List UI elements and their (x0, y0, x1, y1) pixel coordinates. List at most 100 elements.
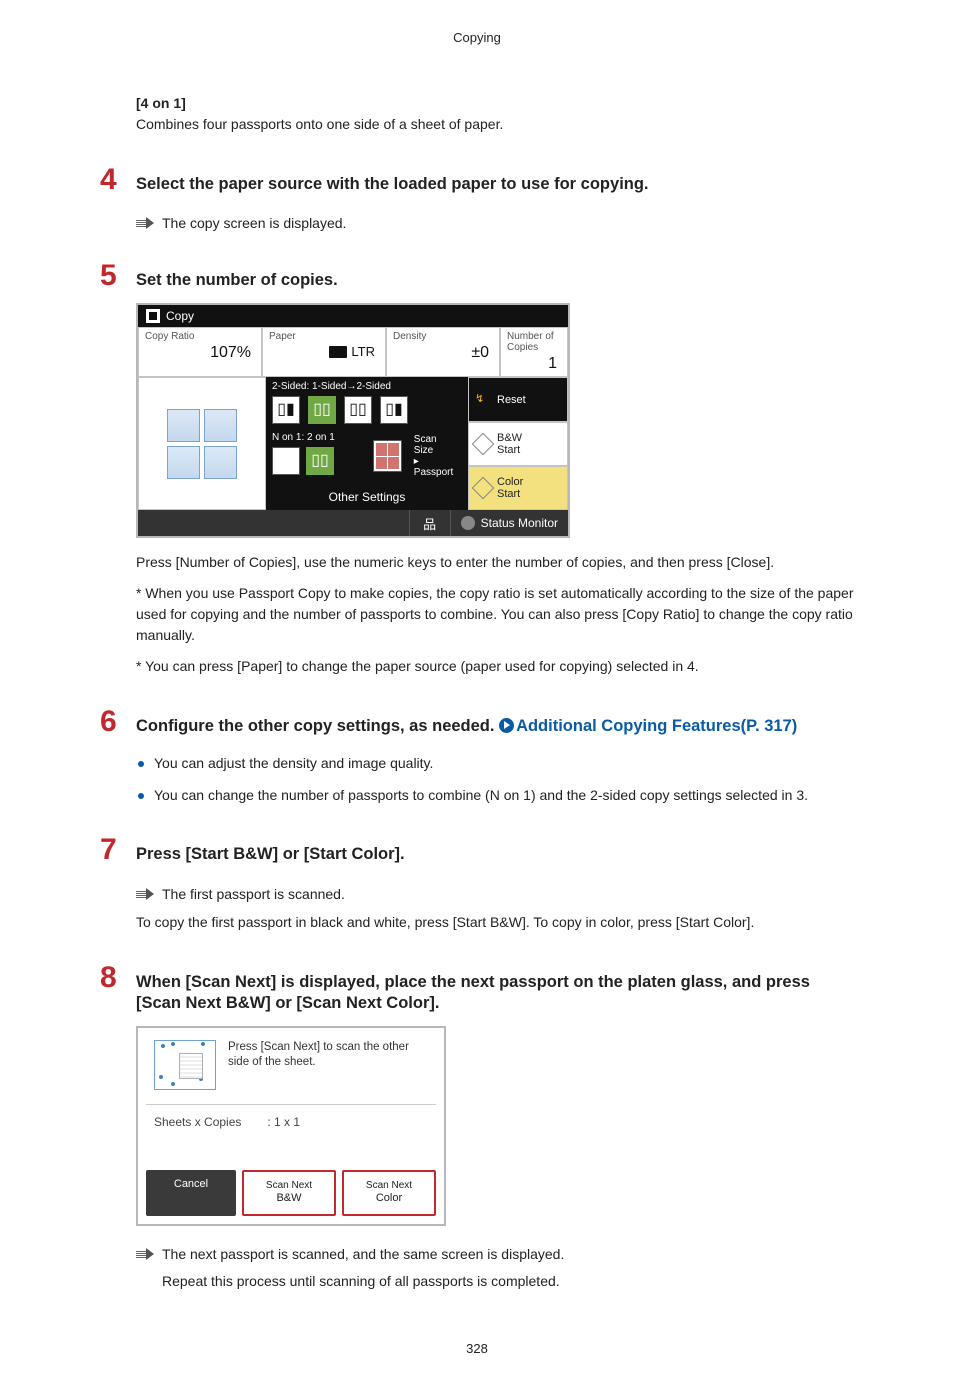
network-icon[interactable]: 品 (409, 510, 450, 536)
result-arrow-icon (136, 1248, 156, 1260)
reset-icon: ↯ (475, 392, 491, 408)
sided-icon-4: ▯▮ (380, 396, 408, 424)
result-arrow-icon (136, 888, 156, 900)
copy-screen-title: Copy (166, 309, 194, 323)
paper-label: Paper (269, 331, 379, 342)
paper-value: LTR (351, 344, 375, 359)
paper-tray-icon (329, 346, 347, 358)
number-of-copies-button[interactable]: Number of Copies 1 (500, 327, 568, 377)
step-5-p1: Press [Number of Copies], use the numeri… (136, 552, 854, 573)
copy-icon (146, 309, 160, 323)
color-start-label-2: Start (497, 488, 523, 500)
step-8-result-text: The next passport is scanned, and the sa… (162, 1246, 564, 1262)
step-6-bullets: You can adjust the density and image qua… (136, 754, 854, 805)
n-on-1-icon-1 (272, 447, 300, 475)
step-6-title: Configure the other copy settings, as ne… (136, 716, 854, 737)
step-5: 5 Set the number of copies. (100, 261, 854, 291)
step-4-title: Select the paper source with the loaded … (136, 174, 854, 195)
passport-preview-icon (167, 409, 237, 479)
additional-features-link[interactable]: Additional Copying Features(P. 317) (516, 717, 797, 735)
four-on-one-text: Combines four passports onto one side of… (136, 115, 854, 135)
two-sided-button[interactable]: 2-Sided: 1-Sided→2-Sided ▯▮ ▯▯ ▯▯ ▯▮ (266, 377, 468, 428)
density-value: ±0 (393, 342, 493, 362)
result-arrow-icon (136, 217, 156, 229)
diamond-icon (472, 433, 495, 456)
n-on-1-icon-2-selected: ▯▯ (306, 447, 334, 475)
sided-icon-2-selected: ▯▯ (308, 396, 336, 424)
scan-next-figure: Press [Scan Next] to scan the other side… (136, 1026, 854, 1225)
step-4-number: 4 (100, 165, 136, 195)
other-settings-button[interactable]: Other Settings (266, 484, 468, 510)
two-sided-label: 2-Sided: 1-Sided→2-Sided (272, 381, 462, 392)
step-7-p1: To copy the first passport in black and … (136, 912, 854, 933)
step-5-title: Set the number of copies. (136, 270, 854, 291)
status-monitor-label: Status Monitor (481, 516, 558, 530)
density-button[interactable]: Density ±0 (386, 327, 500, 377)
step-5-p3: * You can press [Paper] to change the pa… (136, 656, 854, 677)
scan-next-color-label: Color (348, 1192, 430, 1205)
copies-label: Number of Copies (507, 331, 561, 353)
step-6-number: 6 (100, 707, 136, 737)
bw-start-label-1: B&W (497, 432, 522, 444)
scan-next-label: Scan Next (248, 1180, 330, 1192)
scan-size-button[interactable]: Scan Size ▸ Passport (408, 432, 462, 480)
scan-next-color-button[interactable]: Scan Next Color (342, 1170, 436, 1215)
step-8: 8 When [Scan Next] is displayed, place t… (100, 963, 854, 1015)
color-start-button[interactable]: Color Start (468, 466, 568, 510)
step-7-title: Press [Start B&W] or [Start Color]. (136, 844, 854, 865)
step-8-number: 8 (100, 963, 136, 993)
color-start-label-1: Color (497, 476, 523, 488)
bw-start-button[interactable]: B&W Start (468, 422, 568, 466)
sheets-copies-value: : 1 x 1 (267, 1115, 300, 1129)
step-6-bullet-1: You can adjust the density and image qua… (136, 754, 854, 774)
n-on-1-button[interactable]: N on 1: 2 on 1 ▯▯ (266, 428, 367, 484)
step-4: 4 Select the paper source with the loade… (100, 165, 854, 195)
scan-next-bw-label: B&W (248, 1192, 330, 1205)
copy-screen-titlebar: Copy (138, 305, 568, 327)
diamond-icon (472, 477, 495, 500)
page-number: 328 (100, 1341, 854, 1356)
status-monitor-button[interactable]: Status Monitor (450, 510, 568, 536)
scan-next-bw-button[interactable]: Scan Next B&W (242, 1170, 336, 1215)
step-8-result: The next passport is scanned, and the sa… (136, 1246, 854, 1262)
page-header: Copying (100, 30, 854, 45)
reset-label: Reset (497, 394, 526, 406)
bw-start-label-2: Start (497, 444, 522, 456)
step-7-result: The first passport is scanned. (136, 886, 854, 902)
step-6-title-text: Configure the other copy settings, as ne… (136, 717, 499, 735)
density-label: Density (393, 331, 493, 342)
copy-ratio-button[interactable]: Copy Ratio 107% (138, 327, 262, 377)
reset-button[interactable]: ↯ Reset (468, 377, 568, 421)
sheets-copies-label: Sheets x Copies (154, 1115, 264, 1129)
step-5-number: 5 (100, 261, 136, 291)
sheets-copies-row: Sheets x Copies : 1 x 1 (146, 1104, 436, 1140)
step-7-number: 7 (100, 835, 136, 865)
step-7-result-text: The first passport is scanned. (162, 886, 345, 902)
scan-size-label: Scan Size (414, 434, 456, 456)
gear-icon (461, 516, 475, 530)
step-4-result: The copy screen is displayed. (136, 215, 854, 231)
sided-icon-1: ▯▮ (272, 396, 300, 424)
copy-ratio-label: Copy Ratio (145, 331, 255, 342)
step-6: 6 Configure the other copy settings, as … (100, 707, 854, 737)
sided-icon-3: ▯▯ (344, 396, 372, 424)
n-on-1-label: N on 1: 2 on 1 (272, 432, 361, 443)
cancel-button[interactable]: Cancel (146, 1170, 236, 1215)
scan-next-instruction: Press [Scan Next] to scan the other side… (228, 1040, 428, 1070)
step-6-bullet-2: You can change the number of passports t… (136, 786, 854, 806)
step-7: 7 Press [Start B&W] or [Start Color]. (100, 835, 854, 865)
copy-ratio-value: 107% (145, 342, 255, 362)
copy-preview (138, 377, 266, 510)
copy-screen-figure: Copy Copy Ratio 107% Paper LTR Density ±… (136, 303, 854, 538)
step-8-p1: Repeat this process until scanning of al… (162, 1272, 854, 1292)
step-4-result-text: The copy screen is displayed. (162, 215, 346, 231)
step-8-title: When [Scan Next] is displayed, place the… (136, 972, 854, 1015)
link-arrow-icon (499, 718, 514, 733)
copies-value: 1 (507, 353, 561, 373)
layout-grid-icon (373, 440, 402, 472)
platen-glass-icon (154, 1040, 216, 1090)
four-on-one-heading: [4 on 1] (136, 95, 854, 111)
step-5-p2: * When you use Passport Copy to make cop… (136, 583, 854, 646)
scan-size-value: ▸ Passport (414, 456, 456, 478)
paper-button[interactable]: Paper LTR (262, 327, 386, 377)
